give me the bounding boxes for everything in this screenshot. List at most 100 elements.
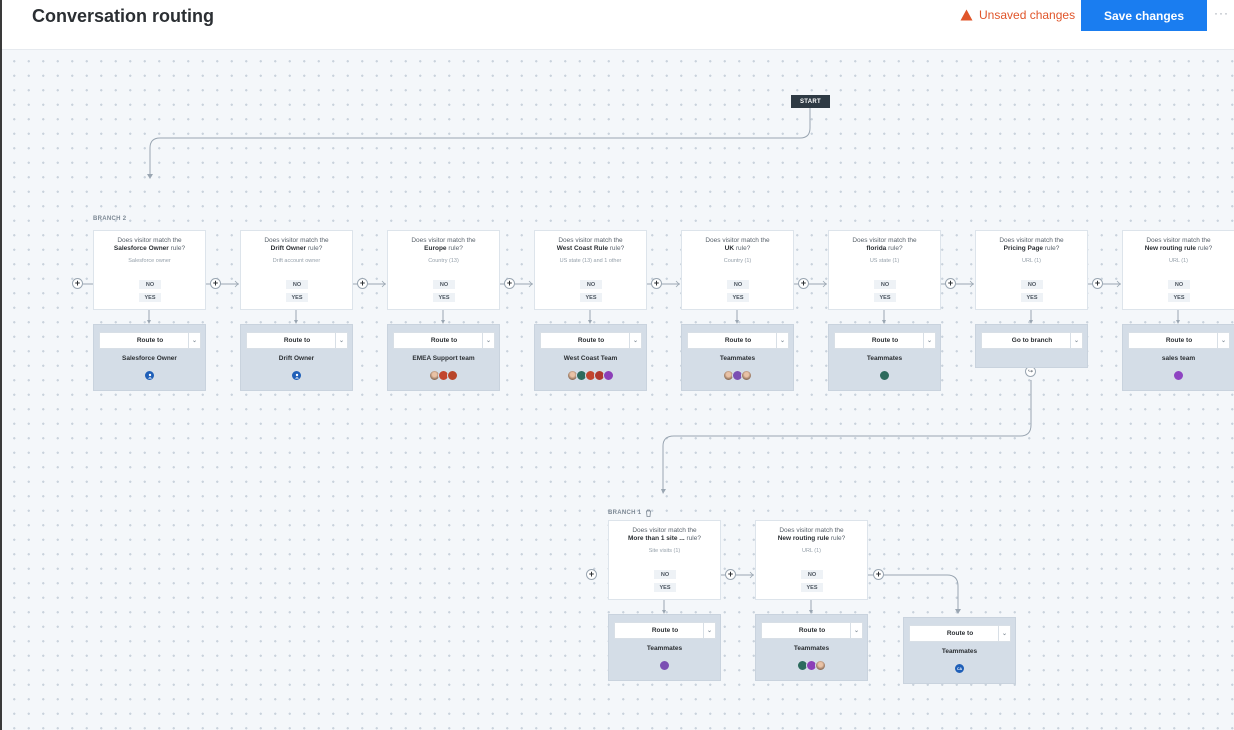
yes-outlet[interactable]: YES — [139, 293, 161, 302]
rule-name: New routing rule — [1144, 245, 1196, 252]
route-select[interactable]: Go to branch ⌄ — [981, 332, 1083, 349]
route-select[interactable]: Route to ⌄ — [99, 332, 201, 349]
no-outlet[interactable]: NO — [1168, 280, 1190, 289]
trash-icon[interactable] — [645, 509, 652, 517]
rule-card[interactable]: Does visitor match the Europe rule? Countr… — [387, 230, 500, 310]
rule-card[interactable]: Does visitor match the New routing rule r… — [755, 520, 868, 600]
route-card[interactable]: Route to ⌄ Teammates — [755, 614, 868, 681]
page-title: Conversation routing — [32, 6, 215, 26]
add-rule-button[interactable]: + — [945, 278, 956, 289]
yes-outlet[interactable]: YES — [1168, 293, 1190, 302]
rule-card[interactable]: Does visitor match the Drift Owner rule? D… — [240, 230, 353, 310]
route-select[interactable]: Route to ⌄ — [909, 625, 1011, 642]
route-card[interactable]: Route to ⌄ Drift Owner — [240, 324, 353, 391]
rule-card[interactable]: Does visitor match the West Coast Rule ru… — [534, 230, 647, 310]
route-card[interactable]: Route to ⌄ Salesforce Owner — [93, 324, 206, 391]
route-card[interactable]: Route to ⌄ Teammates — [828, 324, 941, 391]
more-options-icon[interactable]: ··· — [1214, 6, 1229, 20]
avatar-group — [756, 660, 867, 671]
no-outlet[interactable]: NO — [654, 570, 676, 579]
chevron-down-icon: ⌄ — [188, 333, 200, 348]
add-rule-button[interactable]: + — [357, 278, 368, 289]
rule-card[interactable]: Does visitor match the Salesforce Owner r… — [93, 230, 206, 310]
yes-outlet[interactable]: YES — [654, 583, 676, 592]
rule-name: More than 1 site ... — [628, 535, 685, 542]
rule-name: Salesforce Owner — [113, 245, 169, 252]
rule-card[interactable]: Does visitor match the New routing rule r… — [1122, 230, 1234, 310]
route-select-label: Route to — [430, 337, 458, 344]
route-select[interactable]: Route to ⌄ — [246, 332, 348, 349]
branch-1-title: BRANCH 1 — [608, 510, 642, 516]
route-select[interactable]: Route to ⌄ — [614, 622, 716, 639]
chevron-down-icon: ⌄ — [998, 626, 1010, 641]
route-card[interactable]: Go to branch ⌄ — [975, 324, 1088, 368]
no-outlet[interactable]: NO — [139, 280, 161, 289]
rule-question-suffix: rule? — [1044, 245, 1060, 252]
rule-card[interactable]: Does visitor match the UK rule? Country (1… — [681, 230, 794, 310]
yes-outlet[interactable]: YES — [580, 293, 602, 302]
no-outlet[interactable]: NO — [874, 280, 896, 289]
warning-icon — [960, 9, 973, 21]
add-rule-button[interactable]: + — [873, 569, 884, 580]
yes-outlet[interactable]: YES — [801, 583, 823, 592]
no-outlet[interactable]: NO — [727, 280, 749, 289]
rule-question: Does visitor match the New routing rule r… — [756, 527, 867, 543]
add-rule-button[interactable]: + — [725, 569, 736, 580]
rule-condition: US state (13) and 1 other — [559, 258, 622, 264]
route-card[interactable]: Route to ⌄ Teammates — [608, 614, 721, 681]
fallback-route-card[interactable]: Route to ⌄ Teammates CA — [903, 617, 1016, 684]
route-card[interactable]: Route to ⌄ West Coast Team — [534, 324, 647, 391]
rule-question-suffix: rule? — [1197, 245, 1213, 252]
rule-question-prefix: Does visitor match the — [411, 237, 476, 244]
no-outlet[interactable]: NO — [580, 280, 602, 289]
save-changes-button[interactable]: Save changes — [1081, 0, 1207, 31]
rule-condition: Country (13) — [428, 258, 459, 264]
rule-question: Does visitor match the Europe rule? — [388, 237, 499, 253]
add-rule-button[interactable]: + — [504, 278, 515, 289]
avatar-group — [388, 370, 499, 381]
route-target: West Coast Team — [563, 355, 618, 362]
rule-question-suffix: rule? — [307, 245, 323, 252]
rule-condition: Drift account owner — [272, 258, 321, 264]
chevron-down-icon: ⌄ — [776, 333, 788, 348]
route-target: Salesforce Owner — [122, 355, 177, 362]
add-rule-button[interactable]: + — [586, 569, 597, 580]
route-card[interactable]: Route to ⌄ sales team — [1122, 324, 1234, 391]
rule-question-prefix: Does visitor match the — [705, 237, 770, 244]
rule-card[interactable]: Does visitor match the Pricing Page rule?… — [975, 230, 1088, 310]
route-select[interactable]: Route to ⌄ — [1128, 332, 1230, 349]
rule-question: Does visitor match the Drift Owner rule? — [241, 237, 352, 253]
route-select[interactable]: Route to ⌄ — [761, 622, 863, 639]
no-outlet[interactable]: NO — [286, 280, 308, 289]
route-target: Drift Owner — [278, 355, 315, 362]
rule-question-prefix: Does visitor match the — [852, 237, 917, 244]
yes-outlet[interactable]: YES — [433, 293, 455, 302]
route-card[interactable]: Route to ⌄ Teammates — [681, 324, 794, 391]
route-select[interactable]: Route to ⌄ — [393, 332, 495, 349]
routing-canvas[interactable]: START BRANCH 2 BRANCH 1 + + + + + + + + … — [2, 50, 1234, 730]
add-rule-button[interactable]: + — [798, 278, 809, 289]
avatar — [1173, 370, 1184, 381]
rule-card[interactable]: Does visitor match the florida rule? US st… — [828, 230, 941, 310]
route-select[interactable]: Route to ⌄ — [834, 332, 936, 349]
add-rule-button[interactable]: + — [651, 278, 662, 289]
route-select[interactable]: Route to ⌄ — [540, 332, 642, 349]
start-node[interactable]: START — [791, 95, 830, 108]
add-rule-button[interactable]: + — [72, 278, 83, 289]
yes-outlet[interactable]: YES — [286, 293, 308, 302]
add-rule-button[interactable]: + — [1092, 278, 1103, 289]
no-outlet[interactable]: NO — [1021, 280, 1043, 289]
route-select-label: Route to — [136, 337, 164, 344]
route-select[interactable]: Route to ⌄ — [687, 332, 789, 349]
yes-outlet[interactable]: YES — [874, 293, 896, 302]
yes-outlet[interactable]: YES — [727, 293, 749, 302]
add-rule-button[interactable]: + — [210, 278, 221, 289]
route-card[interactable]: Route to ⌄ EMEA Support team — [387, 324, 500, 391]
rule-question-suffix: rule? — [888, 245, 903, 252]
yes-outlet[interactable]: YES — [1021, 293, 1043, 302]
chevron-down-icon: ⌄ — [923, 333, 935, 348]
avatar-group — [829, 370, 940, 381]
rule-card[interactable]: Does visitor match the More than 1 site .… — [608, 520, 721, 600]
no-outlet[interactable]: NO — [433, 280, 455, 289]
no-outlet[interactable]: NO — [801, 570, 823, 579]
